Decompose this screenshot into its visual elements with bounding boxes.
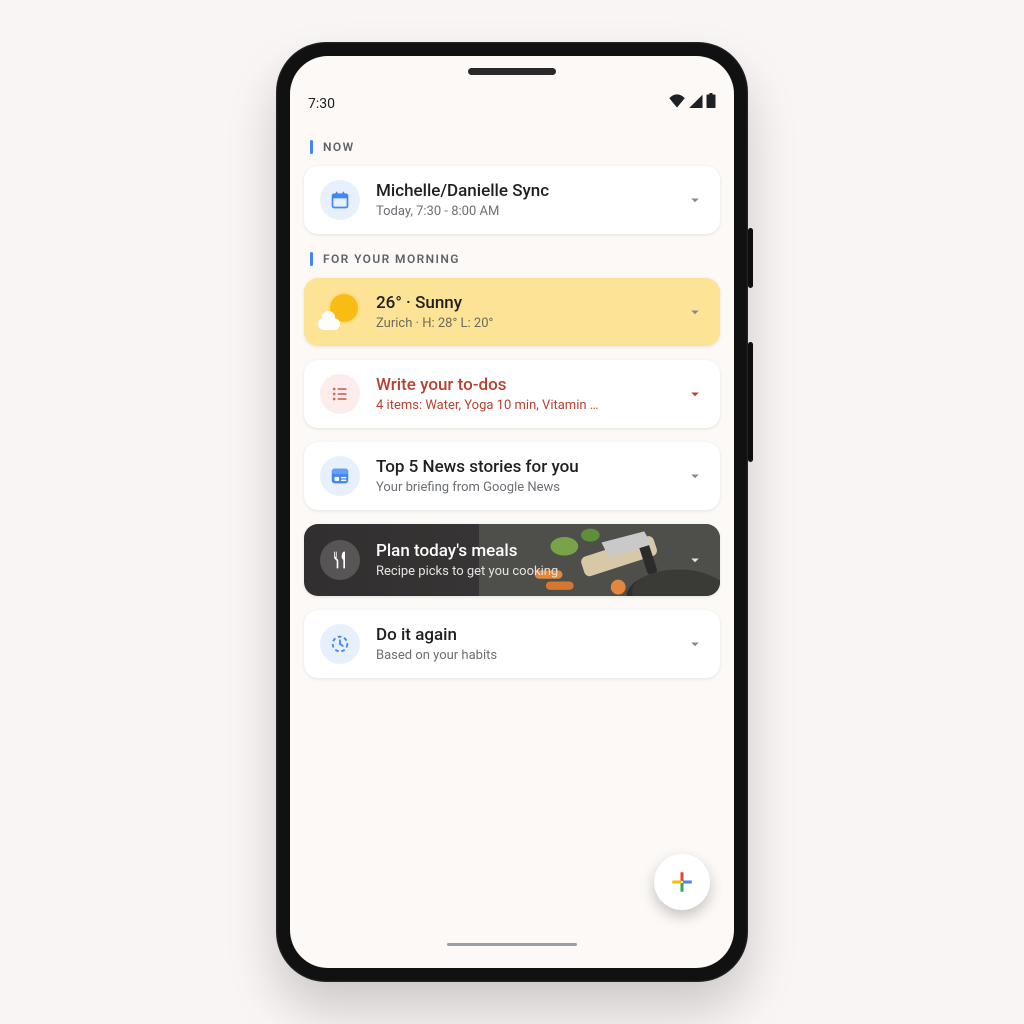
- card-title: Plan today's meals: [376, 541, 670, 562]
- card-subtitle: Today, 7:30 - 8:00 AM: [376, 204, 670, 219]
- card-title: Top 5 News stories for you: [376, 457, 670, 478]
- chevron-down-icon: [686, 467, 704, 485]
- news-icon: [320, 456, 360, 496]
- card-subtitle: Zurich · H: 28° L: 20°: [376, 316, 670, 331]
- power-button[interactable]: [748, 228, 753, 288]
- card-news[interactable]: Top 5 News stories for you Your briefing…: [304, 442, 720, 510]
- card-title: Do it again: [376, 625, 670, 646]
- card-weather[interactable]: 26° · Sunny Zurich · H: 28° L: 20°: [304, 278, 720, 346]
- section-header-now: NOW: [310, 140, 714, 154]
- phone-frame: 7:30 NOW: [276, 42, 748, 982]
- plus-icon: [669, 869, 695, 895]
- card-subtitle: Recipe picks to get you cooking: [376, 564, 670, 579]
- wifi-icon: [669, 94, 685, 112]
- card-meals[interactable]: Plan today's meals Recipe picks to get y…: [304, 524, 720, 596]
- history-icon: [320, 624, 360, 664]
- battery-icon: [706, 93, 716, 112]
- chevron-down-icon: [686, 385, 704, 403]
- calendar-icon: [320, 180, 360, 220]
- screen: 7:30 NOW: [290, 56, 734, 968]
- volume-rocker[interactable]: [748, 342, 753, 462]
- card-subtitle: Your briefing from Google News: [376, 480, 670, 495]
- home-gesture-bar[interactable]: [447, 943, 577, 946]
- card-subtitle: 4 items: Water, Yoga 10 min, Vitamin …: [376, 398, 670, 413]
- cellular-icon: [688, 94, 703, 112]
- list-icon: [320, 374, 360, 414]
- weather-icon: [320, 292, 360, 332]
- card-title: Write your to-dos: [376, 375, 670, 396]
- chevron-down-icon: [686, 303, 704, 321]
- card-calendar-event[interactable]: Michelle/Danielle Sync Today, 7:30 - 8:0…: [304, 166, 720, 234]
- section-header-label: NOW: [323, 140, 355, 154]
- card-subtitle: Based on your habits: [376, 648, 670, 663]
- card-title: 26° · Sunny: [376, 293, 670, 314]
- section-header-morning: FOR YOUR MORNING: [310, 252, 714, 266]
- card-todos[interactable]: Write your to-dos 4 items: Water, Yoga 1…: [304, 360, 720, 428]
- fab-add[interactable]: [654, 854, 710, 910]
- status-bar: 7:30: [290, 56, 734, 114]
- chevron-down-icon: [686, 635, 704, 653]
- section-header-label: FOR YOUR MORNING: [323, 252, 460, 266]
- status-time: 7:30: [308, 96, 335, 112]
- chevron-down-icon: [686, 551, 704, 569]
- card-do-it-again[interactable]: Do it again Based on your habits: [304, 610, 720, 678]
- card-title: Michelle/Danielle Sync: [376, 181, 670, 202]
- feed-scroll[interactable]: NOW Michelle/Danielle Sync Today, 7:30 -…: [290, 114, 734, 678]
- utensils-icon: [320, 540, 360, 580]
- chevron-down-icon: [686, 191, 704, 209]
